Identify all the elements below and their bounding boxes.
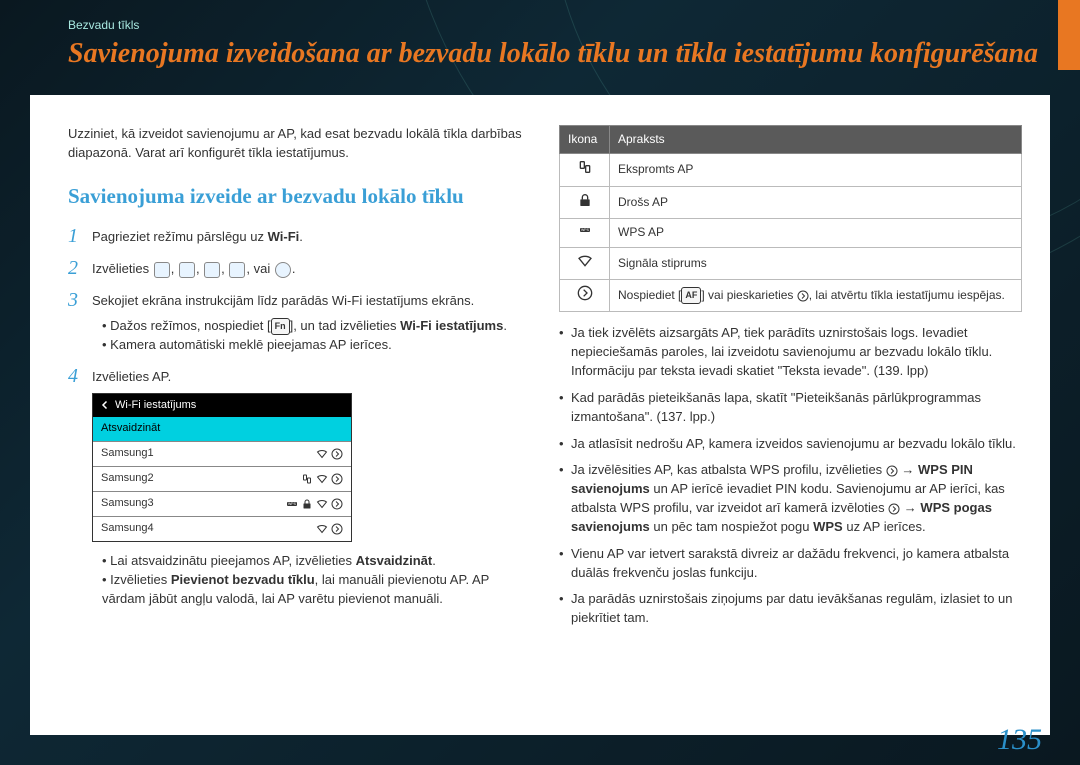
page-title: Savienojuma izveidošana ar bezvadu lokāl…: [68, 38, 1038, 70]
table-cell: Ekspromts AP: [610, 154, 1022, 186]
step-number: 1: [68, 225, 92, 247]
table-header: Ikona: [560, 126, 610, 154]
page-content: Uzziniet, kā izveidot savienojumu ar AP,…: [30, 95, 1050, 735]
wps-icon: [577, 224, 593, 236]
wifi-ap-row[interactable]: Samsung4: [93, 516, 351, 541]
list-item: Ja tiek izvēlēts aizsargāts AP, tiek par…: [559, 324, 1022, 381]
back-icon: [99, 399, 111, 411]
notes-list: Ja tiek izvēlēts aizsargāts AP, tiek par…: [559, 324, 1022, 628]
wifi-ap-row[interactable]: Samsung3: [93, 491, 351, 516]
intro-text: Uzziniet, kā izveidot savienojumu ar AP,…: [68, 125, 531, 163]
af-key-icon: AF: [681, 287, 701, 304]
wifi-ap-row[interactable]: Samsung2: [93, 466, 351, 491]
table-cell: WPS AP: [610, 219, 1022, 247]
wifi-refresh-button[interactable]: Atsvaidzināt: [93, 417, 351, 441]
arrow-icon: [331, 448, 343, 460]
left-column: Uzziniet, kā izveidot savienojumu ar AP,…: [68, 125, 531, 636]
signal-icon: [577, 253, 593, 269]
page-number: 135: [997, 723, 1042, 757]
wifi-ap-row[interactable]: Samsung1: [93, 441, 351, 466]
fn-key-icon: Fn: [271, 318, 290, 335]
orange-tab: [1058, 0, 1080, 70]
step-1: Pagrieziet režīmu pārslēgu uz Wi-Fi.: [92, 225, 531, 247]
mode-icon: [179, 262, 195, 278]
step-3: Sekojiet ekrāna instrukcijām līdz parādā…: [92, 289, 531, 355]
adhoc-icon: [577, 159, 593, 175]
icon-table: IkonaApraksts Ekspromts AP Drošs AP WPS …: [559, 125, 1022, 312]
step-number: 3: [68, 289, 92, 355]
list-item: Ja parādās uznirstošais ziņojums par dat…: [559, 590, 1022, 628]
step-4: Izvēlieties AP. Wi-Fi iestatījums Atsvai…: [92, 365, 531, 609]
list-item: Vienu AP var ietvert sarakstā divreiz ar…: [559, 545, 1022, 583]
lock-icon: [577, 192, 593, 208]
arrow-icon: [331, 473, 343, 485]
mode-icon: [275, 262, 291, 278]
adhoc-icon: [301, 473, 313, 485]
wps-icon: [286, 498, 298, 510]
table-cell: Signāla stiprums: [610, 247, 1022, 279]
arrow-icon: [577, 285, 593, 301]
arrow-icon: [886, 465, 898, 477]
mode-icon: [154, 262, 170, 278]
signal-icon: [316, 523, 328, 535]
arrow-icon: [331, 498, 343, 510]
wifi-settings-panel: Wi-Fi iestatījums Atsvaidzināt Samsung1 …: [92, 393, 352, 543]
table-cell: Nospiediet [AF] vai pieskarieties , lai …: [610, 279, 1022, 311]
arrow-icon: [888, 503, 900, 515]
table-header: Apraksts: [610, 126, 1022, 154]
table-cell: Drošs AP: [610, 186, 1022, 218]
signal-icon: [316, 448, 328, 460]
step-2: Izvēlieties , , , , vai .: [92, 257, 531, 279]
section-heading: Savienojuma izveide ar bezvadu lokālo tī…: [68, 181, 531, 211]
list-item: Ja izvēlēsities AP, kas atbalsta WPS pro…: [559, 461, 1022, 536]
signal-icon: [316, 498, 328, 510]
lock-icon: [301, 498, 313, 510]
step-number: 2: [68, 257, 92, 279]
list-item: Kad parādās pieteikšanās lapa, skatīt "P…: [559, 389, 1022, 427]
breadcrumb: Bezvadu tīkls: [68, 18, 1038, 32]
list-item: Ja atlasīsit nedrošu AP, kamera izveidos…: [559, 435, 1022, 454]
mode-icon: [229, 262, 245, 278]
arrow-icon: [331, 523, 343, 535]
mode-icon: [204, 262, 220, 278]
signal-icon: [316, 473, 328, 485]
arrow-icon: [797, 290, 809, 302]
wifi-panel-header: Wi-Fi iestatījums: [93, 394, 351, 418]
right-column: IkonaApraksts Ekspromts AP Drošs AP WPS …: [559, 125, 1022, 636]
step-number: 4: [68, 365, 92, 609]
